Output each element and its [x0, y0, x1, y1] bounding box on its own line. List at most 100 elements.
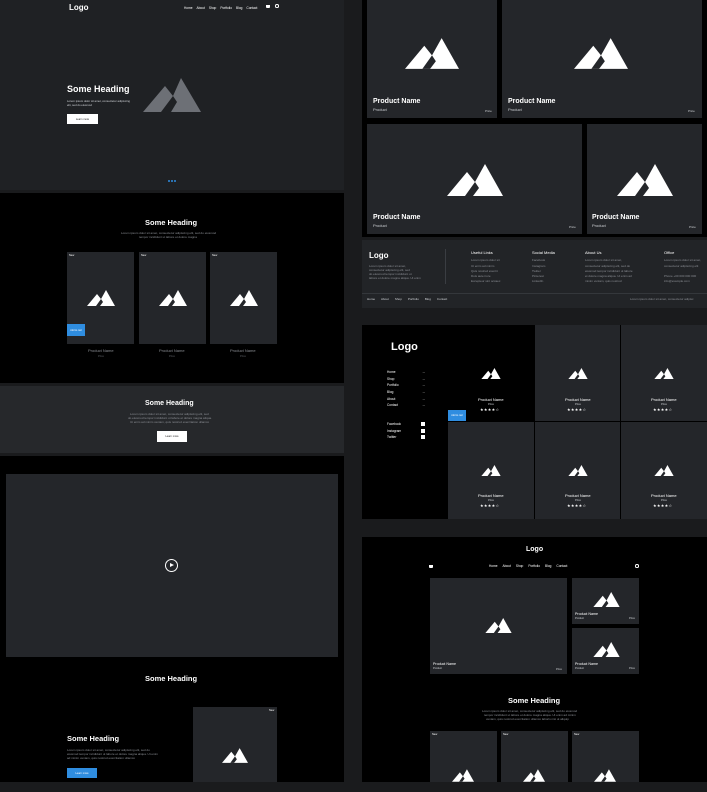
sidebar-product-card[interactable]: Product Name Price ★★★★☆ [621, 325, 707, 421]
new-badge: New [141, 254, 147, 257]
sidebar-item-contact[interactable]: Contact → [387, 403, 425, 410]
social-twitter[interactable]: Twitter [387, 435, 425, 442]
footer-nav-home[interactable]: Home [367, 297, 375, 301]
mountain-icon [593, 592, 620, 607]
footer-link[interactable]: Instagram [532, 264, 545, 268]
shop-product-card[interactable]: New [430, 731, 497, 782]
footer-link[interactable]: Excepteur sint occaec [471, 279, 500, 283]
nav-about[interactable]: About [197, 6, 205, 10]
shop-logo[interactable]: Logo [526, 546, 543, 553]
footer-divider [445, 249, 446, 284]
product-price: Price [169, 355, 175, 358]
product-price: Price [240, 355, 246, 358]
product-price: Price [488, 403, 494, 406]
cart-icon[interactable] [429, 565, 433, 568]
footer-copyright: Lorem ipsum dolor sit amet, consectetur … [630, 297, 694, 301]
rating-stars: ★★★★☆ [480, 407, 500, 412]
footer-text: Lorem ipsum dolor sit amet, [585, 258, 623, 262]
footer-nav-blog[interactable]: Blog [425, 297, 431, 301]
hero-logo[interactable]: Logo [69, 3, 89, 12]
product-sub: Product [575, 667, 584, 670]
footer-link[interactable]: Quis nostrud exercit [471, 269, 498, 273]
feature-product-card[interactable]: New [193, 707, 277, 782]
facebook-icon [421, 422, 425, 426]
mountain-icon [230, 290, 258, 306]
footer-link[interactable]: Duis aute irure [471, 274, 491, 278]
grid-product-card[interactable]: Product Name Product Price [367, 0, 497, 118]
footer-nav-shop[interactable]: Shop [395, 297, 402, 301]
footer-link[interactable]: Lorem ipsum dolor sit [471, 258, 500, 262]
rating-stars: ★★★★☆ [480, 503, 500, 508]
footer-about-4: labore et dolore magna aliqua. Ut enim [369, 276, 421, 280]
nav-shop[interactable]: Shop [209, 6, 216, 10]
mountain-icon [617, 164, 673, 196]
footer-nav-contact[interactable]: Contact [437, 297, 447, 301]
search-icon[interactable] [275, 4, 279, 8]
product-name: Product Name [651, 493, 677, 498]
play-icon[interactable] [165, 559, 178, 572]
cta-text-3: Ut enim ad minim veniam, quis nostrud ex… [130, 420, 210, 424]
grid-product-card[interactable]: Product Name Product Price [367, 124, 582, 234]
nav-contact[interactable]: Contact [246, 6, 257, 10]
grid-product-card[interactable]: Product Name Product Price [502, 0, 702, 118]
nav-portfolio[interactable]: Portfolio [220, 6, 232, 10]
footer-logo[interactable]: Logo [369, 251, 389, 260]
product-sub: Product [575, 617, 584, 620]
mountain-icon [405, 38, 459, 69]
product-card[interactable]: New [210, 252, 277, 344]
sidebar-product-card[interactable]: Product Name Price ★★★★☆ [448, 422, 534, 519]
video-player[interactable] [6, 474, 338, 657]
cta-section: Some Heading Lorem ipsum dolor sit amet,… [0, 386, 344, 453]
sidebar-item-shop[interactable]: Shop → [387, 377, 425, 384]
footer-col-title: About Us [585, 250, 602, 255]
product-name: Product Name [575, 612, 598, 616]
mountain-icon [568, 465, 588, 476]
footer-link[interactable]: Facebook [532, 258, 545, 262]
sidebar-item-home[interactable]: Home → [387, 370, 425, 377]
cart-icon[interactable] [266, 5, 270, 8]
feature-button[interactable]: Learn more [67, 768, 97, 778]
nav-about[interactable]: About [503, 564, 511, 568]
footer-link[interactable]: Pinterest [532, 274, 544, 278]
sidebar-product-card[interactable]: Product Name Price ★★★★☆ Add to cart [448, 325, 534, 421]
footer-link[interactable]: Twitter [532, 269, 541, 273]
product-card[interactable]: New [139, 252, 206, 344]
nav-blog[interactable]: Blog [545, 564, 551, 568]
sidebar-item-blog[interactable]: Blog → [387, 390, 425, 397]
mountain-icon [222, 748, 248, 763]
featured-product-card[interactable]: Product Name Product Price [430, 578, 567, 674]
search-icon[interactable] [635, 564, 639, 568]
sidebar-item-portfolio[interactable]: Portfolio → [387, 383, 425, 390]
sidebar-product-card[interactable]: Product Name Price ★★★★☆ [535, 325, 620, 421]
add-to-cart-button[interactable]: Add to cart [67, 324, 85, 336]
sidebar-logo[interactable]: Logo [391, 341, 418, 353]
footer-link[interactable]: Ut enim ad minim [471, 264, 494, 268]
nav-contact[interactable]: Contact [556, 564, 567, 568]
cta-button[interactable]: Learn more [157, 431, 187, 442]
feature-section: Some Heading Lorem ipsum dolor sit amet,… [0, 696, 344, 782]
product-card[interactable]: New Add to cart [67, 252, 134, 344]
slider-dots[interactable] [168, 180, 176, 182]
shop-nav: Home About Shop Portfolio Blog Contact [489, 564, 567, 568]
footer-text: Phone +00 000 000 000 [664, 274, 697, 278]
new-badge: New [432, 733, 438, 736]
sidebar-product-card[interactable]: Product Name Price ★★★★☆ [621, 422, 707, 519]
footer-link[interactable]: LinkedIn [532, 279, 543, 283]
sidebar-item-about[interactable]: About → [387, 397, 425, 404]
shop-product-card[interactable]: New [501, 731, 568, 782]
sidebar-product-card[interactable]: Product Name Price ★★★★☆ [535, 422, 620, 519]
add-to-cart-button[interactable]: Add to cart [448, 410, 466, 421]
nav-home[interactable]: Home [184, 6, 193, 10]
shop-product-card[interactable]: New [572, 731, 639, 782]
nav-shop[interactable]: Shop [516, 564, 523, 568]
nav-home[interactable]: Home [489, 564, 498, 568]
nav-blog[interactable]: Blog [236, 6, 242, 10]
footer-nav-about[interactable]: About [381, 297, 389, 301]
footer-nav-portfolio[interactable]: Portfolio [408, 297, 419, 301]
side-product-card[interactable]: Product Name Product Price [572, 628, 639, 674]
nav-portfolio[interactable]: Portfolio [528, 564, 540, 568]
grid-product-card[interactable]: Product Name Product Price [587, 124, 702, 234]
product-name: Product Name [575, 662, 598, 666]
hero-button[interactable]: Learn more [67, 114, 98, 124]
side-product-card[interactable]: Product Name Product Price [572, 578, 639, 624]
